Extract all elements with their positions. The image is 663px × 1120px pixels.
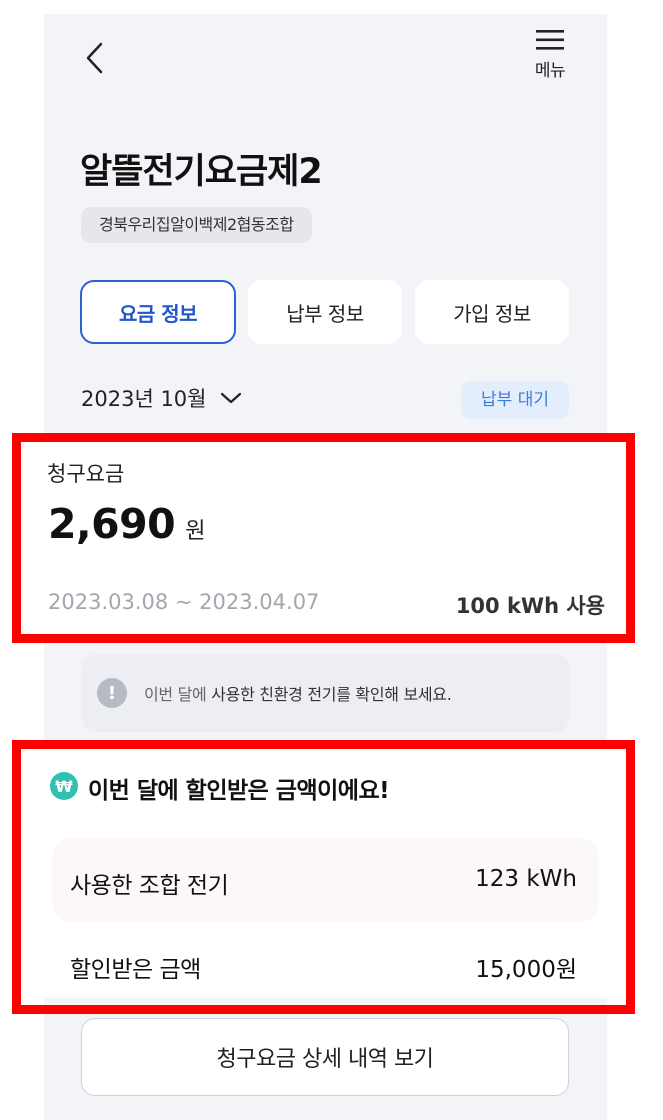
won-icon: ₩ (50, 772, 78, 800)
back-button[interactable] (80, 40, 108, 76)
bill-amount-value: 2,690 (48, 500, 176, 548)
notice-prefix: 이번 달에 (144, 685, 207, 704)
tab-payment-info[interactable]: 납부 정보 (248, 280, 402, 344)
month-label: 2023년 10월 (81, 387, 207, 411)
info-icon: ! (97, 678, 127, 708)
page-title: 알뜰전기요금제2 (80, 152, 323, 192)
bill-label: 청구요금 (47, 462, 125, 486)
hamburger-icon (536, 30, 564, 50)
chevron-down-icon (221, 392, 242, 404)
notice-text: 이번 달에 사용한 친환경 전기를 확인해 보세요. (144, 681, 452, 705)
discount-amount-value: 15,000원 (475, 957, 577, 983)
payment-status-badge: 납부 대기 (461, 381, 569, 419)
bill-detail-button[interactable]: 청구요금 상세 내역 보기 (81, 1018, 569, 1096)
coop-electricity-value: 123 kWh (475, 866, 577, 892)
month-selector[interactable]: 2023년 10월 (81, 383, 242, 413)
discount-title: 이번 달에 할인받은 금액이에요! (88, 778, 390, 804)
menu-button[interactable]: 메뉴 (526, 28, 574, 88)
usage-amount: 100 kWh 사용 (455, 594, 605, 618)
notice-message: 사용한 친환경 전기를 확인해 보세요. (211, 685, 452, 704)
billing-period: 2023.03.08 ~ 2023.04.07 (48, 590, 320, 614)
chevron-left-icon (86, 42, 103, 74)
coop-electricity-label: 사용한 조합 전기 (70, 873, 229, 899)
coop-name-chip: 경북우리집알이백제2협동조합 (81, 207, 312, 243)
discount-amount-label: 할인받은 금액 (70, 957, 201, 983)
tab-billing-info[interactable]: 요금 정보 (80, 280, 236, 344)
bill-amount-unit: 원 (185, 519, 206, 544)
menu-label: 메뉴 (534, 61, 566, 81)
tab-subscription-info[interactable]: 가입 정보 (415, 280, 569, 344)
bill-amount: 2,690 원 (48, 500, 205, 548)
